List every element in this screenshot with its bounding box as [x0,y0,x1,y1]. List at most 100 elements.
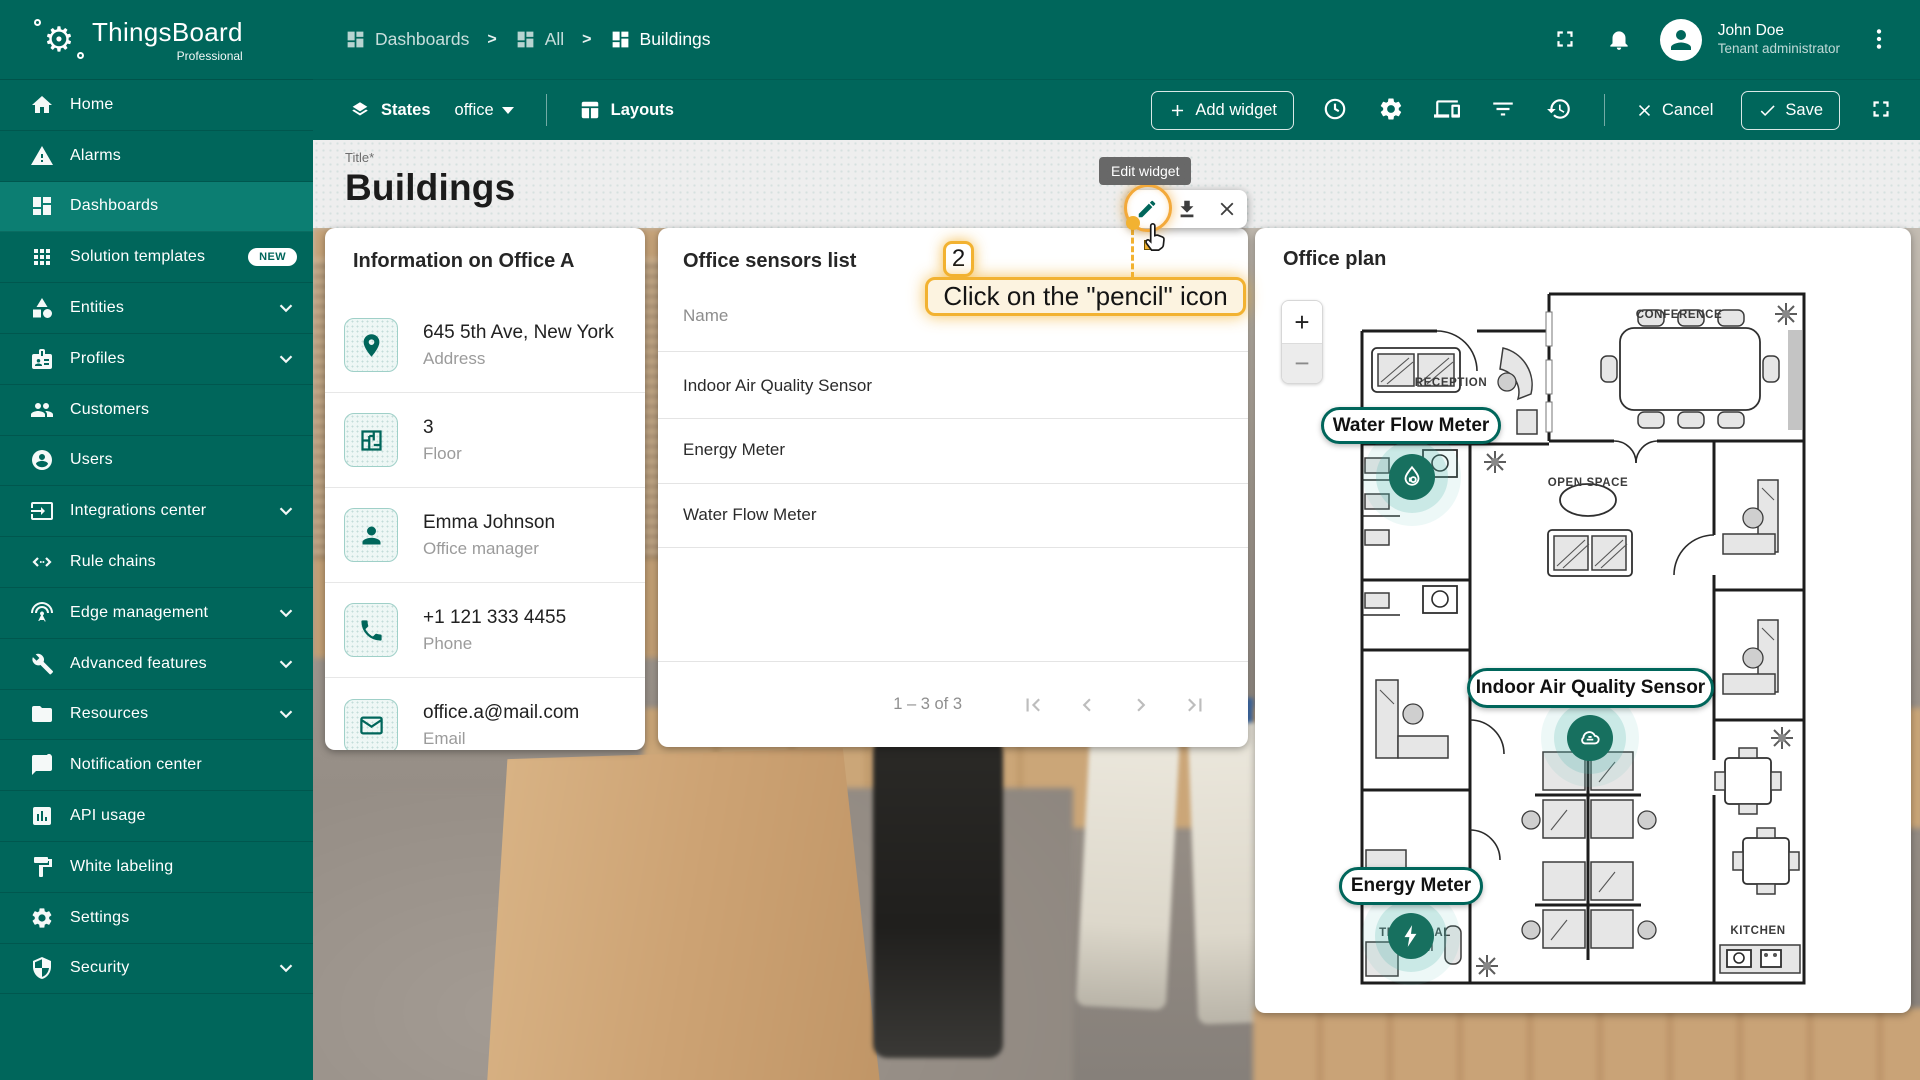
entity-aliases-devices-icon[interactable] [1434,96,1462,124]
add-widget-button[interactable]: Add widget [1151,91,1294,130]
new-badge: NEW [248,248,297,266]
avatar[interactable] [1660,19,1702,61]
hand-cursor-icon [1140,221,1172,257]
home-icon [30,93,54,117]
sidebar-item-edge-management[interactable]: Edge management [0,588,313,639]
air-quality-marker[interactable] [1567,715,1613,761]
dashboards-icon [610,29,631,50]
sidebar-item-security[interactable]: Security [0,944,313,995]
timewindow-clock-icon[interactable] [1322,96,1350,124]
person-icon [344,508,398,562]
next-page-icon[interactable] [1128,692,1154,718]
sidebar-item-white-labeling[interactable]: White labeling [0,842,313,893]
filter-icon[interactable] [1490,96,1518,124]
sidebar-item-alarms[interactable]: Alarms [0,131,313,182]
pencil-icon [1136,198,1158,220]
dashboards-icon [345,29,366,50]
edit-widget-tooltip: Edit widget [1099,157,1191,185]
fullscreen-icon[interactable] [1552,26,1580,54]
close-icon [1635,101,1654,120]
entities-icon [30,296,54,320]
zoom-out-button[interactable]: − [1282,343,1322,383]
tutorial-callout: Click on the "pencil" icon [925,277,1246,316]
dashboard-settings-gear-icon[interactable] [1378,96,1406,124]
state-select[interactable]: office [455,101,514,120]
plan-chip-energy-meter[interactable]: Energy Meter [1339,867,1483,905]
notifications-bell-icon[interactable] [1606,26,1634,54]
plan-chip-water-flow-meter[interactable]: Water Flow Meter [1321,407,1501,444]
widget-title: Office plan [1255,228,1911,271]
cloud-aqi-icon [1577,725,1603,751]
layouts-button[interactable]: Layouts [579,99,674,121]
sidebar-item-users[interactable]: Users [0,436,313,487]
divider [1604,94,1605,126]
table-row[interactable]: Energy Meter [683,440,785,460]
sidebar-item-dashboards[interactable]: Dashboards [0,182,313,233]
profiles-badge-icon [30,347,54,371]
sidebar-item-profiles[interactable]: Profiles [0,334,313,385]
shield-icon [30,956,54,980]
sidebar-item-solution-templates[interactable]: Solution templates NEW [0,232,313,283]
room-label-reception: RECEPTION [1415,377,1488,389]
person-icon [1666,25,1696,55]
chevron-down-icon [275,653,297,675]
dashboard-toolbar: States office Layouts Add widget [313,80,1920,140]
export-widget-button[interactable] [1167,190,1207,228]
save-button[interactable]: Save [1741,91,1840,130]
version-history-icon[interactable] [1546,96,1574,124]
sidebar-item-settings[interactable]: Settings [0,893,313,944]
notification-bubble-icon [30,753,54,777]
sidebar-item-home[interactable]: Home [0,80,313,131]
sidebar-item-advanced-features[interactable]: Advanced features [0,639,313,690]
remove-widget-button[interactable] [1207,190,1247,228]
sidebar-item-notification-center[interactable]: Notification center [0,740,313,791]
sidebar-item-integrations-center[interactable]: Integrations center [0,486,313,537]
breadcrumb-buildings[interactable]: Buildings [610,29,711,50]
widget-information-office-a: Information on Office A 645 5th Ave, New… [325,228,645,750]
user-name: John Doe [1718,21,1840,40]
sidebar-item-rule-chains[interactable]: Rule chains [0,537,313,588]
logo-title: ThingsBoard [92,17,243,48]
last-page-icon[interactable] [1182,692,1208,718]
breadcrumb: Dashboards > All > Buildings [313,29,711,50]
app-window: ⚙ ThingsBoard Professional Home Alarms D… [0,0,1920,1080]
sidebar-item-entities[interactable]: Entities [0,283,313,334]
chevron-down-icon [275,957,297,979]
sidebar-item-resources[interactable]: Resources [0,690,313,741]
info-row-phone: +1 121 333 4455 Phone [325,583,645,678]
location-pin-icon [344,318,398,372]
sidebar-nav: Home Alarms Dashboards Solution template… [0,80,313,994]
edge-antenna-icon [30,601,54,625]
chevron-down-icon [275,348,297,370]
phone-icon [344,603,398,657]
first-page-icon[interactable] [1020,692,1046,718]
integrations-icon [30,499,54,523]
check-icon [1758,101,1777,120]
fullscreen-icon[interactable] [1868,96,1896,124]
breadcrumb-all[interactable]: All [515,29,564,50]
user-role: Tenant administrator [1718,41,1840,58]
divider [546,94,547,126]
column-header-name[interactable]: Name [683,306,728,326]
pagination-bar: 1 – 3 of 3 [658,661,1248,747]
sidebar-item-api-usage[interactable]: API usage [0,791,313,842]
widget-title: Office sensors list [683,250,856,273]
energy-marker[interactable] [1388,913,1434,959]
room-label-open-space: OPEN SPACE [1548,477,1629,489]
plan-chip-indoor-air-quality[interactable]: Indoor Air Quality Sensor [1467,668,1714,708]
chevron-down-icon [275,602,297,624]
zoom-in-button[interactable]: + [1282,301,1322,343]
table-row[interactable]: Indoor Air Quality Sensor [683,376,872,396]
kebab-menu-icon[interactable] [1866,26,1894,54]
table-row[interactable]: Water Flow Meter [683,505,817,525]
room-label-kitchen: KITCHEN [1730,925,1785,937]
cancel-button[interactable]: Cancel [1635,101,1713,120]
dashboards-icon [515,29,536,50]
water-flow-marker[interactable] [1389,454,1435,500]
sidebar-item-customers[interactable]: Customers [0,385,313,436]
previous-page-icon[interactable] [1074,692,1100,718]
folder-icon [30,702,54,726]
lightning-bolt-icon [1398,923,1424,949]
breadcrumb-dashboards[interactable]: Dashboards [345,29,469,50]
app-logo[interactable]: ⚙ ThingsBoard Professional [0,0,313,80]
